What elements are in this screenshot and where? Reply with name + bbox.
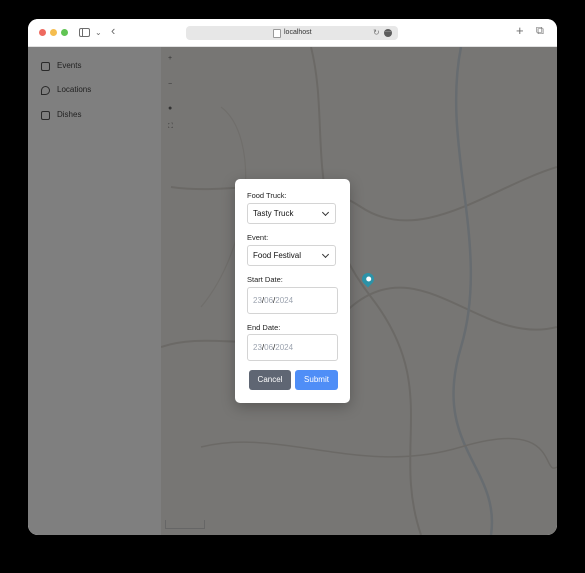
start-date-input[interactable]: 23/06/2024 — [247, 287, 338, 314]
event-select[interactable]: Food Festival — [247, 245, 336, 266]
zoom-in-icon[interactable]: + — [168, 55, 172, 62]
food-truck-label: Food Truck: — [247, 191, 287, 200]
close-window-button[interactable] — [39, 29, 46, 36]
event-select-value: Food Festival — [253, 251, 302, 260]
reload-icon[interactable]: ↻ — [373, 27, 380, 39]
address-bar[interactable]: localhost ↻ ··· — [186, 26, 398, 40]
submit-button[interactable]: Submit — [295, 370, 338, 390]
start-date-value: 23/06/2024 — [253, 296, 294, 305]
browser-titlebar: ⌄ ‹ localhost ↻ ··· + ⧉ — [28, 19, 557, 47]
zoom-window-button[interactable] — [61, 29, 68, 36]
minimize-window-button[interactable] — [50, 29, 57, 36]
food-truck-select-value: Tasty Truck — [253, 209, 294, 218]
sidebar-toggle-icon[interactable] — [79, 28, 90, 37]
new-tab-icon[interactable]: + — [516, 24, 524, 37]
food-truck-select[interactable]: Tasty Truck — [247, 203, 336, 224]
end-date-day[interactable]: 23 — [253, 343, 262, 352]
chevron-down-icon — [321, 250, 330, 259]
event-label: Event: — [247, 233, 269, 242]
end-date-value: 23/06/2024 — [253, 343, 294, 352]
start-date-month[interactable]: 06 — [264, 296, 273, 305]
chevron-down-icon — [321, 208, 330, 217]
map-scale — [165, 520, 205, 529]
end-date-label: End Date: — [247, 323, 281, 332]
schedule-modal: Food Truck: Tasty Truck Event: Food Fest… — [235, 179, 350, 403]
more-options-icon[interactable]: ··· — [384, 29, 392, 37]
cancel-button[interactable]: Cancel — [249, 370, 291, 390]
address-bar-url: localhost — [284, 29, 312, 36]
end-date-input[interactable]: 23/06/2024 — [247, 334, 338, 361]
end-date-month[interactable]: 06 — [264, 343, 273, 352]
page-icon — [273, 29, 281, 38]
tab-overview-icon[interactable]: ⧉ — [536, 25, 544, 38]
zoom-out-icon[interactable]: − — [168, 81, 172, 88]
start-date-label: Start Date: — [247, 275, 283, 284]
locate-icon[interactable]: ● — [168, 105, 172, 112]
end-date-year[interactable]: 2024 — [275, 343, 293, 352]
back-arrow-icon[interactable]: ‹ — [111, 24, 115, 37]
start-date-day[interactable]: 23 — [253, 296, 262, 305]
chevron-down-icon[interactable]: ⌄ — [95, 26, 102, 39]
start-date-year[interactable]: 2024 — [275, 296, 293, 305]
fullscreen-icon[interactable]: ⛶ — [168, 123, 173, 131]
